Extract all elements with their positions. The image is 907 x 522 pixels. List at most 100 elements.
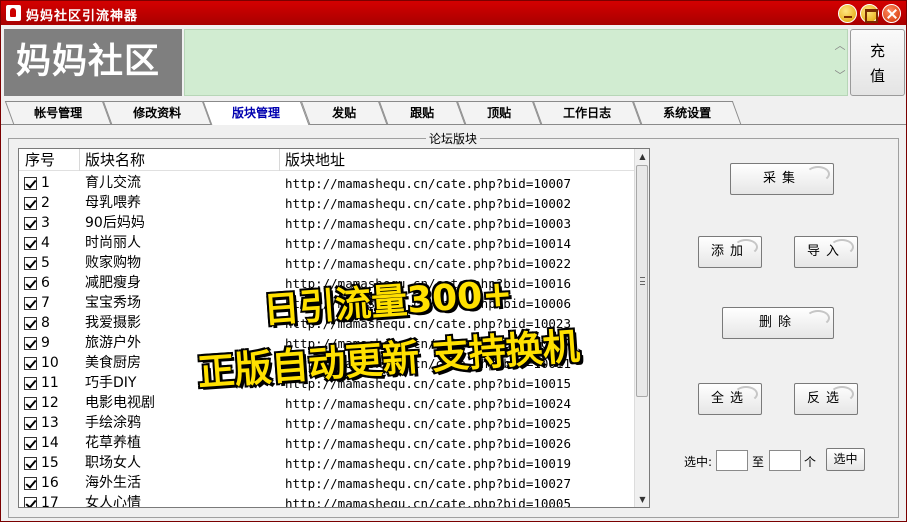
row-checkbox[interactable] — [24, 257, 37, 270]
scroll-down-icon[interactable]: ▼ — [635, 492, 649, 507]
row-index: 5 — [41, 255, 50, 271]
banner-scrollbar[interactable]: ︿ ﹀ — [832, 29, 848, 96]
row-checkbox[interactable] — [24, 297, 37, 310]
column-header-index[interactable]: 序号 — [19, 150, 79, 170]
row-checkbox[interactable] — [24, 197, 37, 210]
range-unit-label: 个 — [804, 455, 817, 469]
table-row[interactable]: 1 育儿交流 http://mamashequ.cn/cate.php?bid=10… — [19, 173, 634, 193]
row-board-name: 败家购物 — [85, 255, 141, 271]
row-index: 11 — [41, 375, 59, 391]
scroll-thumb[interactable] — [636, 165, 648, 397]
tab-post[interactable]: 发贴 — [300, 101, 388, 124]
row-checkbox[interactable] — [24, 357, 37, 370]
app-icon — [6, 5, 21, 21]
row-board-name: 宝宝秀场 — [85, 295, 141, 311]
row-board-name: 旅游户外 — [85, 335, 141, 351]
minimize-icon[interactable] — [838, 4, 857, 23]
row-index: 3 — [41, 215, 50, 231]
row-board-name: 我爱摄影 — [85, 315, 141, 331]
recharge-button[interactable]: 充 值 — [850, 29, 905, 96]
invert-selection-button[interactable]: 反选 — [794, 383, 858, 415]
row-board-name: 90后妈妈 — [85, 215, 145, 231]
title-bar[interactable]: 妈妈社区引流神器 — [1, 1, 906, 25]
tab-work-log[interactable]: 工作日志 — [532, 101, 642, 124]
table-row[interactable]: 14 花草养植 http://mamashequ.cn/cate.php?bid=1… — [19, 433, 634, 453]
column-header-url[interactable]: 版块地址 — [279, 150, 634, 170]
add-button[interactable]: 添加 — [698, 236, 762, 268]
row-checkbox[interactable] — [24, 217, 37, 230]
range-from-input[interactable] — [716, 450, 748, 471]
table-row[interactable]: 4 时尚丽人 http://mamashequ.cn/cate.php?bid=10… — [19, 233, 634, 253]
row-board-url: http://mamashequ.cn/cate.php?bid=10019 — [285, 456, 571, 471]
window-title: 妈妈社区引流神器 — [26, 9, 139, 24]
tab-divider — [1, 124, 906, 125]
row-checkbox[interactable] — [24, 477, 37, 490]
row-index: 13 — [41, 415, 59, 431]
row-checkbox[interactable] — [24, 177, 37, 190]
row-checkbox[interactable] — [24, 437, 37, 450]
chevron-up-icon[interactable]: ︿ — [834, 40, 846, 51]
row-board-url: http://mamashequ.cn/cate.php?bid=10027 — [285, 476, 571, 491]
row-checkbox[interactable] — [24, 317, 37, 330]
chevron-down-icon[interactable]: ﹀ — [834, 70, 846, 81]
row-board-url: http://mamashequ.cn/cate.php?bid=10007 — [285, 176, 571, 191]
tab-system-settings[interactable]: 系统设置 — [632, 101, 742, 124]
row-board-url: http://mamashequ.cn/cate.php?bid=10014 — [285, 236, 571, 251]
list-scrollbar[interactable]: ▲ ▼ — [634, 149, 649, 507]
range-select-button[interactable]: 选中 — [826, 448, 865, 471]
row-board-name: 母乳喂养 — [85, 195, 141, 211]
row-board-name: 减肥瘦身 — [85, 275, 141, 291]
range-to-input[interactable] — [769, 450, 801, 471]
row-board-url: http://mamashequ.cn/cate.php?bid=10003 — [285, 216, 571, 231]
import-button[interactable]: 导入 — [794, 236, 858, 268]
row-checkbox[interactable] — [24, 337, 37, 350]
row-board-name: 时尚丽人 — [85, 235, 141, 251]
close-icon[interactable] — [882, 4, 901, 23]
row-board-name: 职场女人 — [85, 455, 141, 471]
row-index: 1 — [41, 175, 50, 191]
tab-bump[interactable]: 顶贴 — [456, 101, 542, 124]
table-row[interactable]: 5 败家购物 http://mamashequ.cn/cate.php?bid=10… — [19, 253, 634, 273]
row-index: 12 — [41, 395, 59, 411]
row-index: 2 — [41, 195, 50, 211]
row-board-name: 育儿交流 — [85, 175, 141, 191]
row-board-name: 女人心情 — [85, 495, 141, 508]
tab-label: 跟贴 — [410, 106, 435, 120]
row-board-name: 电影电视剧 — [85, 395, 155, 411]
tab-board-management[interactable]: 版块管理 — [202, 101, 310, 125]
tab-reply[interactable]: 跟贴 — [378, 101, 466, 124]
tab-label: 系统设置 — [663, 106, 712, 120]
row-checkbox[interactable] — [24, 457, 37, 470]
row-board-name: 花草养植 — [85, 435, 141, 451]
row-checkbox[interactable] — [24, 237, 37, 250]
table-row[interactable]: 3 90后妈妈 http://mamashequ.cn/cate.php?bid=1… — [19, 213, 634, 233]
table-row[interactable]: 13 手绘涂鸦 http://mamashequ.cn/cate.php?bid=1… — [19, 413, 634, 433]
scroll-up-icon[interactable]: ▲ — [635, 149, 649, 164]
table-row[interactable]: 15 职场女人 http://mamashequ.cn/cate.php?bid=1… — [19, 453, 634, 473]
row-checkbox[interactable] — [24, 497, 37, 507]
row-checkbox[interactable] — [24, 417, 37, 430]
column-header-name[interactable]: 版块名称 — [79, 150, 279, 170]
row-board-url: http://mamashequ.cn/cate.php?bid=10024 — [285, 396, 571, 411]
collect-button[interactable]: 采集 — [730, 163, 834, 195]
row-index: 15 — [41, 455, 59, 471]
row-checkbox[interactable] — [24, 397, 37, 410]
row-checkbox[interactable] — [24, 377, 37, 390]
tab-bar: 帐号管理 修改资料 版块管理 发贴 跟贴 顶贴 工作日志 系统设置 — [1, 101, 906, 125]
range-from-label: 选中: — [684, 455, 713, 469]
table-row[interactable]: 2 母乳喂养 http://mamashequ.cn/cate.php?bid=10… — [19, 193, 634, 213]
tab-profile[interactable]: 修改资料 — [102, 101, 212, 124]
row-checkbox[interactable] — [24, 277, 37, 290]
row-board-url: http://mamashequ.cn/cate.php?bid=10026 — [285, 436, 571, 451]
row-board-url: http://mamashequ.cn/cate.php?bid=10025 — [285, 416, 571, 431]
row-board-name: 手绘涂鸦 — [85, 415, 141, 431]
table-row[interactable]: 17 女人心情 http://mamashequ.cn/cate.php?bid=1… — [19, 493, 634, 508]
tab-label: 顶贴 — [487, 106, 512, 120]
maximize-icon[interactable] — [860, 4, 879, 23]
table-row[interactable]: 12 电影电视剧 http://mamashequ.cn/cate.php?bid=… — [19, 393, 634, 413]
tab-account[interactable]: 帐号管理 — [4, 101, 112, 124]
select-all-button[interactable]: 全选 — [698, 383, 762, 415]
tab-label: 发贴 — [332, 106, 357, 120]
table-row[interactable]: 16 海外生活 http://mamashequ.cn/cate.php?bid=1… — [19, 473, 634, 493]
delete-button[interactable]: 删除 — [722, 307, 834, 339]
